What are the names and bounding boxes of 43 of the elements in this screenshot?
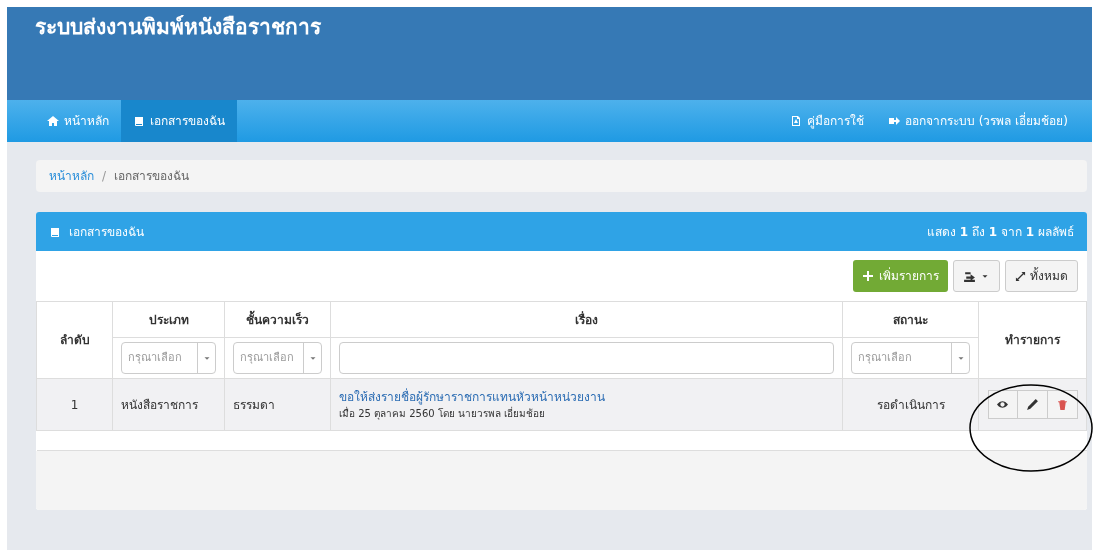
delete-button[interactable] bbox=[1047, 390, 1078, 419]
table-cell: 1 bbox=[36, 378, 113, 431]
search-field[interactable] bbox=[339, 342, 834, 374]
view-button[interactable] bbox=[987, 390, 1018, 419]
nav-tab[interactable]: เอกสารของฉัน bbox=[121, 100, 237, 142]
breadcrumb-current: เอกสารของฉัน bbox=[114, 168, 190, 185]
add-button[interactable]: เพิ่มรายการ bbox=[853, 260, 948, 292]
book-icon bbox=[49, 225, 61, 238]
subject-link[interactable]: ขอให้ส่งรายชื่อผู้รักษาราชการแทนหัวหน้าหน่วยงาน bbox=[339, 388, 834, 406]
nav-tab[interactable]: หน้าหลัก bbox=[35, 100, 121, 142]
column-header: ประเภท bbox=[112, 301, 225, 338]
breadcrumb-link[interactable]: หน้าหลัก bbox=[49, 167, 94, 185]
app-title: ระบบส่งงานพิมพ์หนังสือราชการ bbox=[35, 15, 322, 41]
expand-button[interactable]: ทั้งหมด bbox=[1005, 260, 1078, 292]
table-cell: ธรรมดา bbox=[224, 378, 331, 431]
panel-title: เอกสารของฉัน bbox=[69, 223, 144, 241]
expand-icon bbox=[1015, 270, 1026, 282]
select-field[interactable]: กรุณาเลือก bbox=[233, 342, 322, 374]
export-button[interactable] bbox=[953, 260, 1000, 292]
trash-icon bbox=[1055, 398, 1069, 411]
table-cell: หนังสือราชการ bbox=[112, 378, 225, 431]
export-icon bbox=[963, 269, 976, 283]
column-header: เรื่อง bbox=[330, 301, 843, 338]
home-icon bbox=[47, 115, 59, 127]
nav-link[interactable]: ออกจากระบบ (วรพล เอี่ยมช้อย) bbox=[876, 100, 1080, 142]
column-header: ชั้นความเร็ว bbox=[224, 301, 331, 338]
plus-icon bbox=[862, 270, 874, 282]
result-summary: แสดง 1 ถึง 1 จาก 1 ผลลัพธ์ bbox=[927, 223, 1074, 241]
book-icon bbox=[133, 115, 145, 127]
nav-link[interactable]: คู่มือการใช้ bbox=[778, 100, 876, 142]
breadcrumb-separator: / bbox=[102, 168, 107, 185]
select-field[interactable]: กรุณาเลือก bbox=[121, 342, 216, 374]
select-field[interactable]: กรุณาเลือก bbox=[851, 342, 970, 374]
pencil-icon bbox=[1025, 398, 1039, 411]
column-header: ลำดับ bbox=[36, 301, 113, 379]
logout-icon bbox=[888, 115, 900, 127]
table-cell: รอดำเนินการ bbox=[842, 378, 979, 431]
pdf-file-icon bbox=[790, 115, 802, 127]
eye-icon bbox=[996, 398, 1009, 411]
column-header: สถานะ bbox=[842, 301, 979, 338]
column-header: ทำรายการ bbox=[978, 301, 1087, 379]
edit-button[interactable] bbox=[1017, 390, 1048, 419]
subject-meta: เมื่อ 25 ตุลาคม 2560 โดย นายวรพล เอี่ยมช้อย bbox=[339, 406, 547, 421]
